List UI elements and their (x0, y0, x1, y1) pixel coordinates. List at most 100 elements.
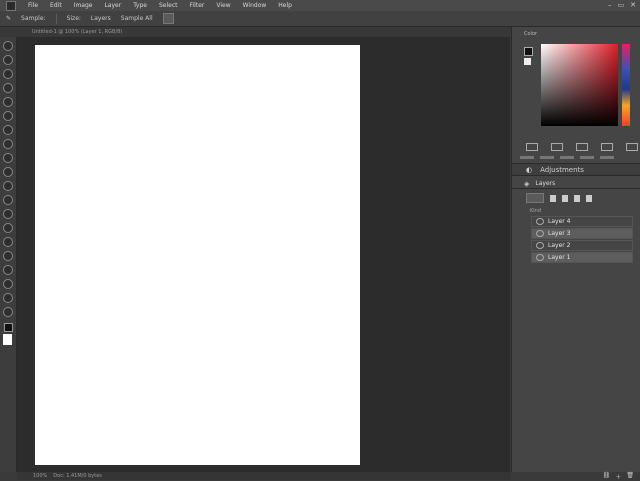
color-spectrum-slider[interactable] (622, 44, 630, 126)
menu-file[interactable]: File (28, 2, 38, 9)
move-tool-icon[interactable] (3, 41, 13, 51)
layers-bottom-bar: ⛓ ＋ 🗑 (511, 472, 640, 481)
layer-row[interactable]: Layer 4 (531, 216, 633, 227)
swatches-row (512, 154, 640, 160)
swatches-tabs (512, 142, 640, 152)
app-icon[interactable] (6, 0, 16, 11)
blur-tool-icon[interactable] (3, 209, 13, 219)
visibility-eye-icon[interactable] (536, 242, 544, 249)
swatch-bar[interactable] (540, 155, 554, 159)
shape-tool-icon[interactable] (3, 279, 13, 289)
color-panel-fg-bg[interactable] (524, 47, 533, 65)
options-bar: ✎ Sample: Size: Layers Sample All (0, 11, 640, 27)
healing-tool-icon[interactable] (3, 125, 13, 135)
zoom-tool-icon[interactable] (3, 307, 13, 317)
menu-image[interactable]: Image (74, 2, 93, 9)
filter-pixel-icon[interactable] (550, 194, 556, 202)
layers-kind-label: Kind (530, 208, 542, 214)
background-color-swatch[interactable] (3, 334, 12, 345)
menu-edit[interactable]: Edit (50, 2, 62, 9)
menu-select[interactable]: Select (159, 2, 178, 9)
zoom-level[interactable]: 100% (33, 473, 47, 479)
visibility-eye-icon[interactable] (536, 230, 544, 237)
menu-bar: File Edit Image Layer Type Select Filter… (0, 0, 640, 11)
add-layer-icon[interactable]: ＋ (615, 472, 621, 481)
visibility-eye-icon[interactable] (536, 254, 544, 261)
options-toggle-button[interactable] (162, 13, 174, 24)
pen-tool-icon[interactable] (3, 237, 13, 247)
color-panel-foreground-swatch[interactable] (524, 47, 533, 56)
layers-title: Layers (535, 180, 556, 187)
canvas[interactable] (35, 45, 360, 465)
swatch-bar[interactable] (520, 155, 534, 159)
visibility-eye-icon[interactable] (536, 218, 544, 225)
layer-name: Layer 3 (548, 230, 571, 237)
layer-name: Layer 2 (548, 242, 571, 249)
dodge-tool-icon[interactable] (3, 223, 13, 233)
layer-name: Layer 4 (548, 218, 571, 225)
color-picker-field[interactable] (541, 44, 618, 126)
adjustments-title: Adjustments (540, 165, 584, 174)
type-tool-icon[interactable] (3, 251, 13, 261)
right-panel-dock: Color ◐ Adjustments ◈ Layers Kind Layer … (511, 27, 640, 472)
color-panel-background-swatch[interactable] (524, 58, 531, 65)
hand-tool-icon[interactable] (3, 293, 13, 303)
filter-type-icon[interactable] (574, 194, 580, 202)
option-layers-label[interactable]: Layers (91, 15, 111, 22)
window-controls: – ▭ ✕ (608, 1, 636, 9)
lasso-tool-icon[interactable] (3, 69, 13, 79)
maximize-button[interactable]: ▭ (618, 1, 625, 9)
layers-icon: ◈ (524, 179, 530, 188)
layer-kind-dropdown[interactable] (526, 193, 544, 203)
layer-row[interactable]: Layer 2 (531, 240, 633, 251)
document-info[interactable]: Doc: 1.41M/0 bytes (53, 473, 102, 479)
crop-tool-icon[interactable] (3, 97, 13, 107)
document-tab[interactable]: Untitled-1 @ 100% (Layer 1, RGB/8) (32, 29, 122, 35)
menu-filter[interactable]: Filter (190, 2, 205, 9)
swatch-tab-icon[interactable] (601, 143, 613, 151)
marquee-tool-icon[interactable] (3, 55, 13, 65)
tools-panel (0, 37, 17, 472)
layer-row[interactable]: Layer 3 (531, 228, 633, 239)
swatch-tab-icon[interactable] (576, 143, 588, 151)
color-panel-title[interactable]: Color (524, 31, 537, 37)
link-layers-icon[interactable]: ⛓ (603, 472, 611, 480)
swatch-tab-icon[interactable] (551, 143, 563, 151)
menu-window[interactable]: Window (243, 2, 267, 9)
menu-help[interactable]: Help (278, 2, 292, 9)
swatch-tab-icon[interactable] (526, 143, 538, 151)
close-button[interactable]: ✕ (630, 1, 636, 9)
filter-shape-icon[interactable] (586, 194, 592, 202)
document-workspace (17, 37, 510, 472)
options-divider (55, 13, 57, 24)
quick-select-tool-icon[interactable] (3, 83, 13, 93)
layers-filter-toolbar (512, 193, 640, 203)
eyedropper-tool-icon[interactable] (3, 111, 13, 121)
menu-type[interactable]: Type (133, 2, 147, 9)
layer-name: Layer 1 (548, 254, 571, 261)
layers-panel-header[interactable]: ◈ Layers (512, 179, 640, 189)
gradient-tool-icon[interactable] (3, 195, 13, 205)
swatch-bar[interactable] (560, 155, 574, 159)
option-sample-all-label[interactable]: Sample All (121, 15, 153, 22)
option-size-label[interactable]: Size: (67, 15, 81, 22)
swatch-tab-icon[interactable] (626, 143, 638, 151)
minimize-button[interactable]: – (608, 1, 612, 9)
clone-stamp-tool-icon[interactable] (3, 153, 13, 163)
history-brush-tool-icon[interactable] (3, 167, 13, 177)
layer-row[interactable]: Layer 1 (531, 252, 633, 263)
path-select-tool-icon[interactable] (3, 265, 13, 275)
delete-layer-icon[interactable]: 🗑 (626, 472, 634, 480)
menu-view[interactable]: View (216, 2, 230, 9)
adjustments-panel-header[interactable]: ◐ Adjustments (512, 163, 640, 176)
swatch-bar[interactable] (600, 155, 614, 159)
menu-layer[interactable]: Layer (104, 2, 121, 9)
brush-tool-icon[interactable] (3, 139, 13, 149)
tool-preset-icon[interactable]: ✎ (6, 15, 11, 22)
swatch-bar[interactable] (580, 155, 594, 159)
eraser-tool-icon[interactable] (3, 181, 13, 191)
option-sample-label: Sample: (21, 15, 46, 22)
foreground-color-swatch[interactable] (4, 323, 13, 332)
status-bar: 100% Doc: 1.41M/0 bytes (17, 472, 510, 480)
filter-adjustment-icon[interactable] (562, 194, 568, 202)
